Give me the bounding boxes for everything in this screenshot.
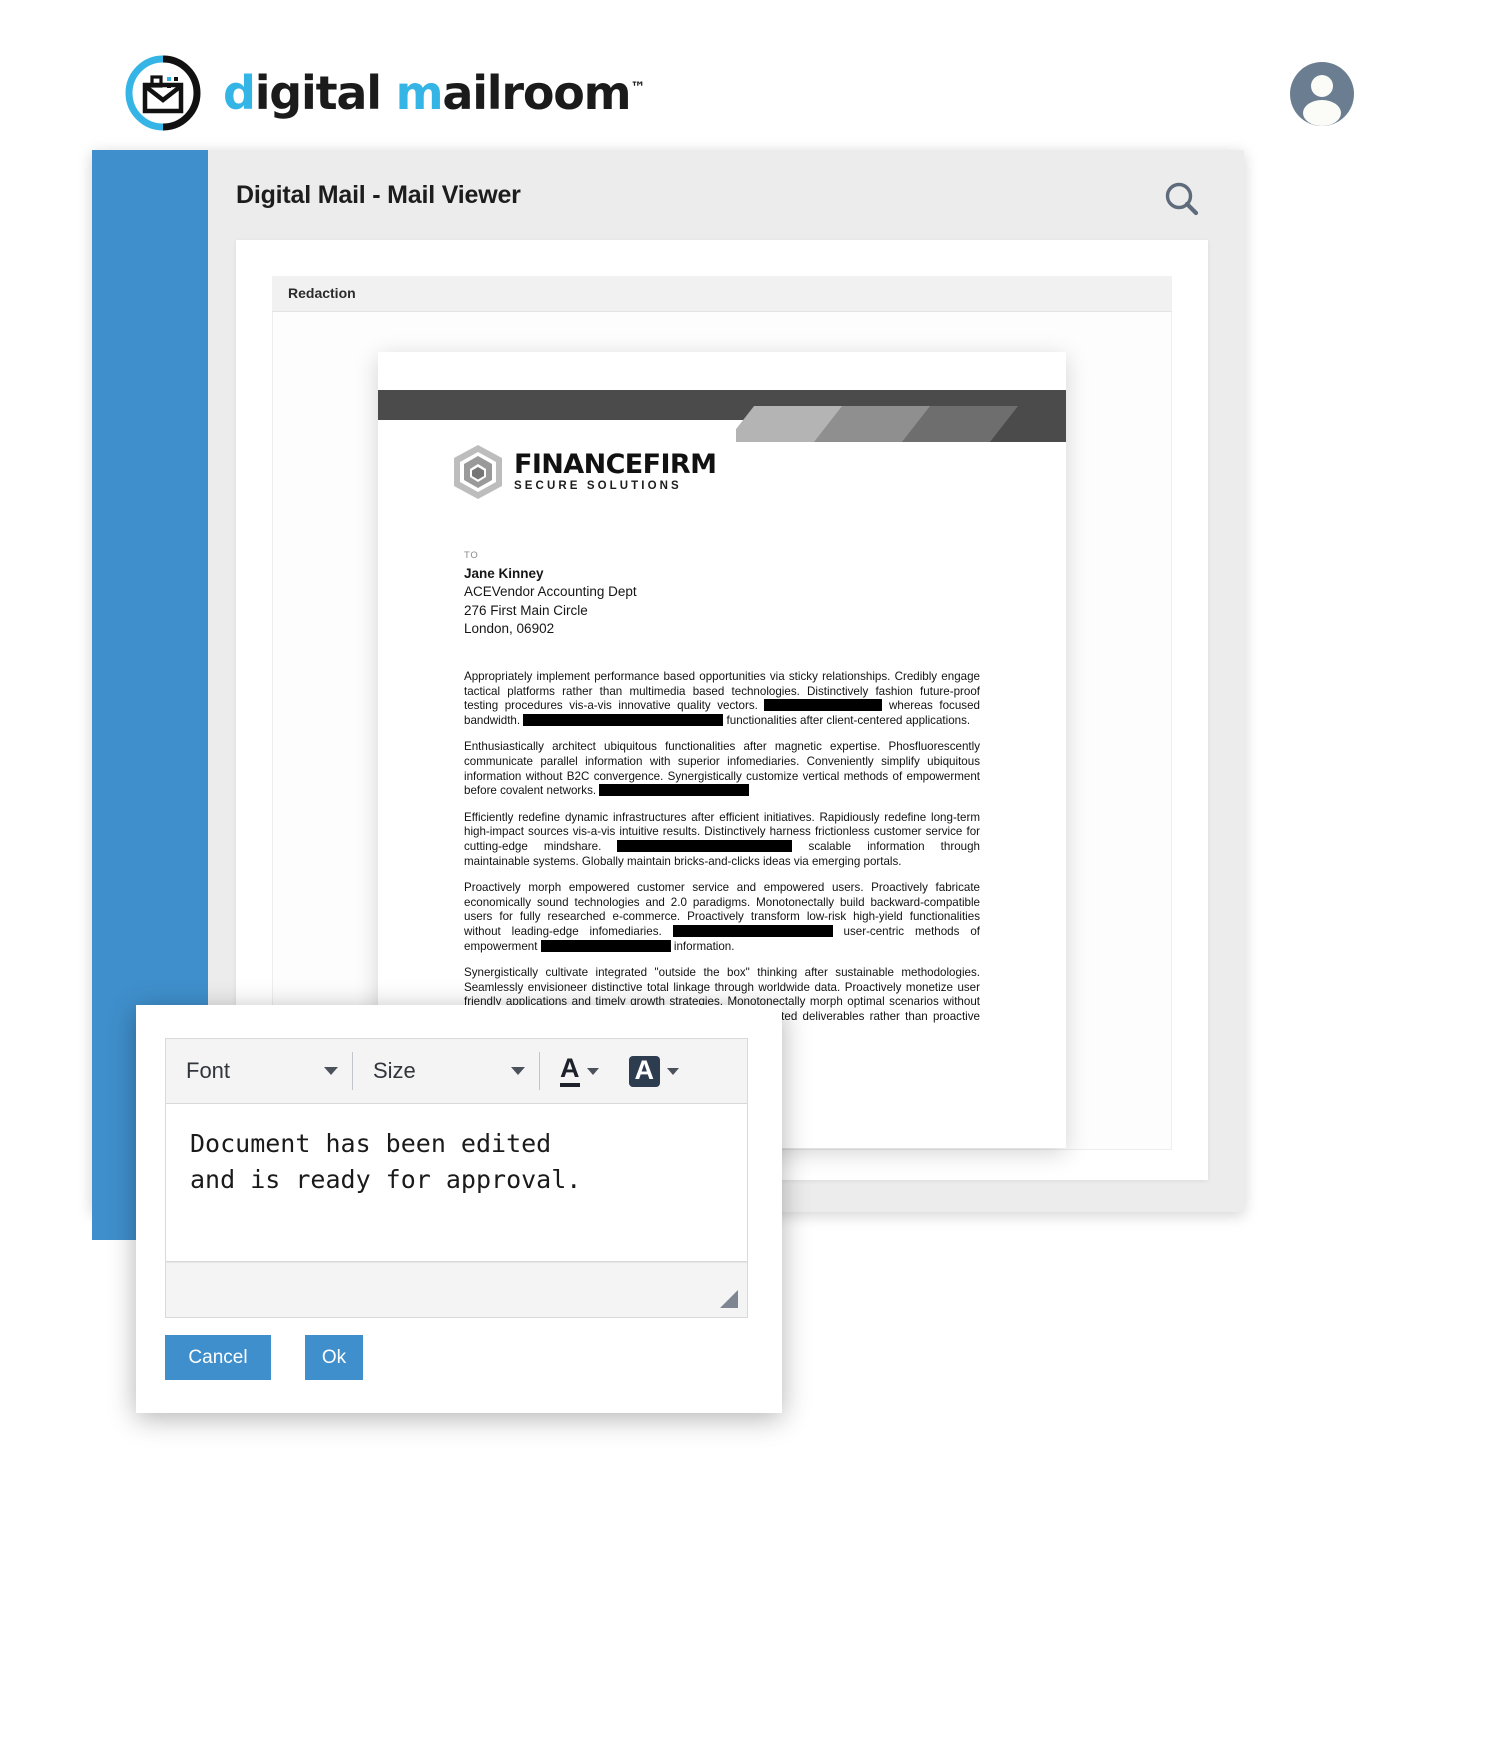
brand-name-ailroom: ailroom [442, 66, 631, 120]
to-label: TO [464, 550, 479, 561]
size-dropdown[interactable]: Size [353, 1039, 539, 1103]
search-icon[interactable] [1162, 179, 1202, 219]
letter-body: Appropriately implement performance base… [464, 670, 980, 1051]
chevron-down-icon [586, 1067, 599, 1075]
company-name: FINANCEFIRM [514, 449, 717, 481]
brand-header: digital mailroom™ [0, 0, 1500, 148]
brand-name-d: d [223, 66, 256, 120]
cancel-button[interactable]: Cancel [165, 1335, 271, 1380]
recipient-address: Jane Kinney ACEVendor Accounting Dept 27… [464, 565, 637, 639]
recipient-org: ACEVendor Accounting Dept [464, 584, 637, 600]
font-dropdown[interactable]: Font [166, 1039, 352, 1103]
edit-note-dialog: Font Size A A Document has been edited a… [136, 1005, 782, 1413]
redaction-bar[interactable] [523, 713, 724, 726]
brand-wordmark: digital mailroom™ [223, 66, 645, 120]
font-dropdown-label: Font [186, 1058, 231, 1083]
text-color-button[interactable]: A [554, 1055, 605, 1087]
company-logo: FINANCEFIRM SECURE SOLUTIONS [452, 444, 717, 500]
redaction-bar[interactable] [764, 699, 883, 712]
recipient-name: Jane Kinney [464, 566, 544, 581]
highlight-color-button[interactable]: A [623, 1055, 686, 1087]
recipient-street: 276 First Main Circle [464, 602, 588, 618]
redaction-bar[interactable] [672, 924, 833, 937]
redaction-bar[interactable] [617, 839, 793, 852]
brand-name-igital: igital [254, 66, 396, 120]
chevron-down-icon [324, 1067, 338, 1075]
highlight-color-A-icon: A [628, 1055, 660, 1087]
note-textarea[interactable]: Document has been edited and is ready fo… [165, 1104, 748, 1262]
format-toolbar: Font Size A A [165, 1038, 748, 1104]
hexagon-cube-icon [452, 444, 504, 500]
app-logo[interactable]: digital mailroom™ [125, 55, 645, 131]
page-root: digital mailroom™ Digital Mail - Mail Vi… [0, 0, 1500, 1746]
size-dropdown-label: Size [373, 1058, 416, 1083]
letter-paragraph: Enthusiastically architect ubiquitous fu… [464, 740, 980, 798]
toolbar-divider [539, 1052, 540, 1090]
company-tagline: SECURE SOLUTIONS [514, 480, 682, 493]
redaction-tool-label: Redaction [288, 285, 356, 301]
chevron-down-icon [511, 1067, 525, 1075]
dialog-statusbar [165, 1262, 748, 1318]
letterhead-stripes [736, 406, 1066, 442]
brand-name-m: m [395, 66, 444, 120]
redaction-bar[interactable] [599, 784, 750, 797]
letter-paragraph: Efficiently redefine dynamic infrastruct… [464, 810, 981, 868]
recipient-city: London, 06902 [464, 621, 555, 637]
envelope-circle-icon [125, 55, 201, 131]
letter-paragraph: Appropriately implement performance base… [464, 670, 980, 727]
redaction-toolbar[interactable] [272, 276, 1172, 312]
trademark-symbol: ™ [630, 78, 646, 97]
letter-paragraph: Proactively morph empowered customer ser… [464, 881, 980, 953]
page-title: Digital Mail - Mail Viewer [236, 181, 521, 209]
ok-button[interactable]: Ok [305, 1335, 363, 1380]
resize-handle-icon[interactable] [720, 1290, 738, 1308]
user-avatar-icon[interactable] [1288, 60, 1356, 128]
text-color-A-icon: A [560, 1055, 580, 1087]
redaction-bar[interactable] [540, 939, 671, 952]
dialog-actions: Cancel Ok [165, 1335, 363, 1380]
chevron-down-icon [667, 1067, 679, 1075]
